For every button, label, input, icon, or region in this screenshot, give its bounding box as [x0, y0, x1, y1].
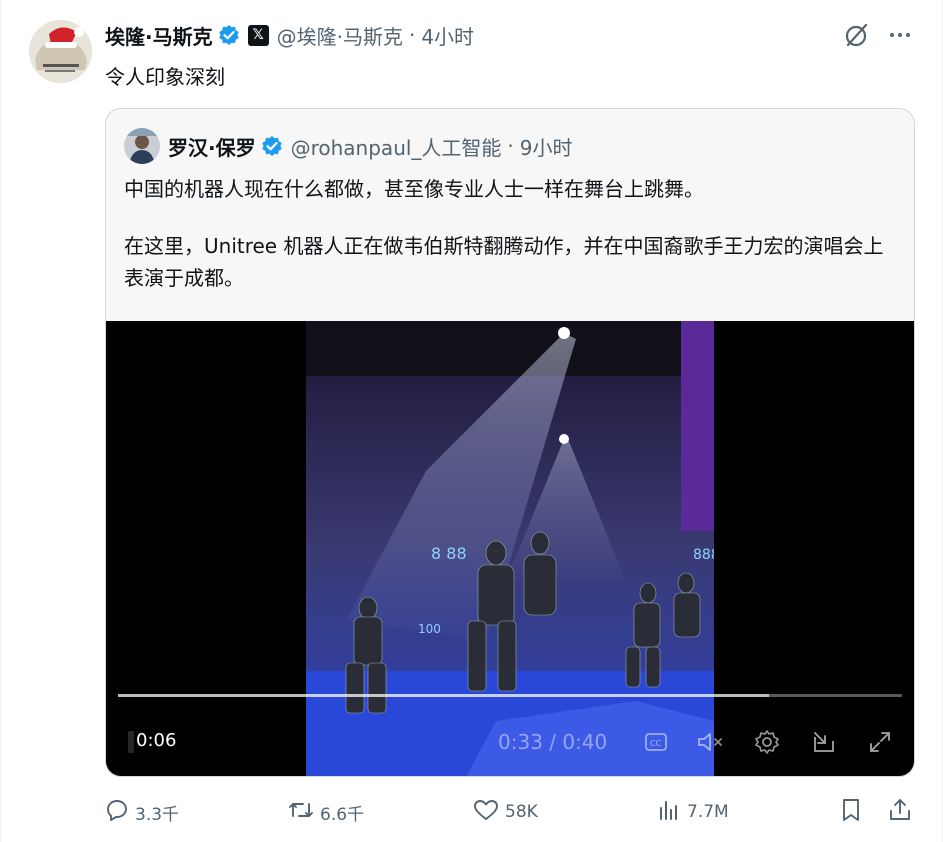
post-time[interactable]: 4小时 — [421, 21, 474, 50]
quoted-paragraph: 在这里，Unitree 机器人正在做韦伯斯特翻腾动作，并在中国裔歌手王力宏的演唱… — [124, 234, 884, 290]
views-icon — [657, 798, 681, 827]
tweet[interactable]: 埃隆·马斯克 𝕏 @埃隆·马斯克 · 4小时 令人印象深刻 罗汉·保罗 @roh… — [0, 0, 943, 842]
grok-icon[interactable] — [844, 22, 870, 48]
pip-icon[interactable] — [809, 727, 839, 757]
like-button[interactable]: 58K — [473, 795, 538, 829]
bookmark-icon — [840, 797, 862, 828]
like-count: 58K — [505, 802, 538, 822]
settings-icon[interactable] — [752, 727, 782, 757]
video-player[interactable]: 8 88 888 100 — [106, 321, 914, 776]
top-actions — [844, 22, 912, 48]
separator-dot: · — [408, 23, 416, 47]
engagement-bar: 3.3千 6.6千 58K 7.7M — [105, 795, 920, 829]
views-count: 7.7M — [687, 802, 729, 822]
video-current-time: 0:06 — [136, 730, 177, 751]
quoted-tweet[interactable]: 罗汉·保罗 @rohanpaul_人工智能 · 9小时 中国的机器人现在什么都做… — [105, 108, 915, 777]
quoted-paragraph: 中国的机器人现在什么都做，甚至像专业人士一样在舞台上跳舞。 — [124, 177, 704, 201]
reply-icon — [105, 798, 129, 827]
author-row: 埃隆·马斯克 𝕏 @埃隆·马斯克 · 4小时 — [105, 20, 474, 50]
share-button[interactable] — [888, 795, 912, 829]
share-icon — [888, 797, 912, 828]
reply-button[interactable]: 3.3千 — [105, 795, 179, 829]
repost-button[interactable]: 6.6千 — [288, 795, 364, 829]
quoted-post-time[interactable]: 9小时 — [520, 132, 573, 161]
author-avatar[interactable] — [29, 20, 92, 83]
quoted-author-name[interactable]: 罗汉·保罗 — [168, 132, 256, 161]
quoted-avatar[interactable] — [124, 128, 160, 164]
play-icon[interactable] — [128, 731, 134, 753]
avatar-image — [29, 20, 92, 83]
stage-text: 8 88 — [431, 544, 467, 563]
fullscreen-icon[interactable] — [865, 727, 895, 757]
bookmark-button[interactable] — [840, 795, 862, 829]
author-handle[interactable]: @埃隆·马斯克 — [277, 21, 403, 50]
stage-text: 888 — [693, 547, 714, 563]
mute-icon[interactable] — [696, 727, 726, 757]
quoted-text: 中国的机器人现在什么都做，甚至像专业人士一样在舞台上跳舞。 在这里，Unitre… — [124, 173, 899, 319]
svg-text:CC: CC — [650, 739, 662, 748]
video-progress-fill — [118, 694, 769, 697]
separator-dot: · — [507, 134, 514, 158]
video-frame: 8 88 888 100 — [306, 321, 714, 776]
x-logo-icon: 𝕏 — [247, 24, 269, 46]
stage-text: 100 — [418, 622, 441, 636]
quoted-author-handle[interactable]: @rohanpaul_人工智能 — [291, 132, 502, 161]
video-progress-bar[interactable] — [118, 694, 902, 697]
video-total-time: 0:33 / 0:40 — [498, 730, 608, 754]
captions-icon[interactable]: CC — [641, 727, 671, 757]
repost-icon — [288, 798, 314, 827]
author-name[interactable]: 埃隆·马斯克 — [105, 21, 213, 50]
views-button[interactable]: 7.7M — [657, 795, 729, 829]
verified-badge-icon — [218, 24, 240, 46]
more-icon[interactable] — [888, 23, 912, 47]
quoted-author-row: 罗汉·保罗 @rohanpaul_人工智能 · 9小时 — [124, 128, 573, 164]
repost-count: 6.6千 — [320, 804, 365, 825]
reply-count: 3.3千 — [135, 804, 180, 825]
post-text: 令人印象深刻 — [105, 65, 225, 89]
verified-badge-icon — [261, 135, 283, 157]
like-icon — [473, 798, 499, 827]
